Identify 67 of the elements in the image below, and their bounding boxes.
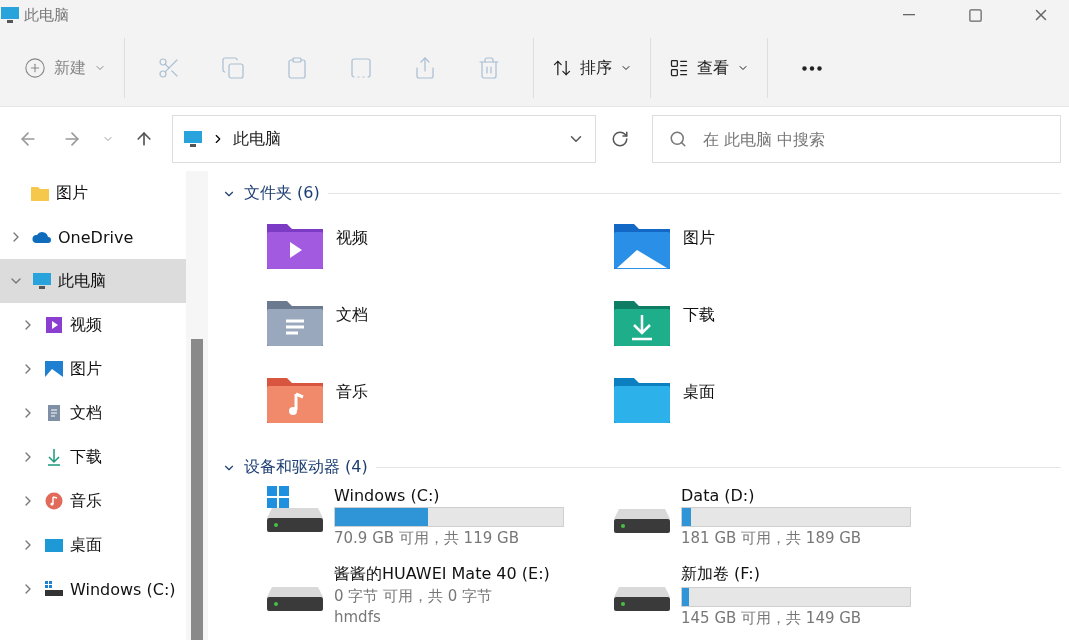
list-icon	[669, 58, 689, 78]
copy-icon	[221, 56, 245, 80]
folder-name[interactable]: 下载	[683, 305, 715, 326]
music-icon	[44, 492, 64, 510]
search-input[interactable]: 在 此电脑 中搜索	[701, 128, 1044, 150]
folder-name[interactable]: 文档	[336, 305, 368, 326]
refresh-icon	[611, 130, 629, 148]
video-icon	[44, 316, 64, 334]
plus-circle-icon	[24, 57, 46, 79]
address-path: 此电脑	[233, 128, 282, 150]
maximize-icon	[967, 7, 983, 23]
windows-drive-icon	[266, 486, 324, 534]
ellipsis-icon	[802, 65, 822, 71]
drive-detail: hmdfs	[334, 608, 382, 626]
folder-name[interactable]: 音乐	[336, 382, 368, 403]
view-button[interactable]: 查看	[663, 48, 755, 88]
section-header[interactable]: 文件夹 (6)	[222, 183, 1061, 204]
search-icon	[669, 130, 687, 148]
drive-name[interactable]: Windows (C:)	[334, 486, 564, 505]
sort-arrows-icon	[552, 58, 572, 78]
section-header[interactable]: 设备和驱动器 (4)	[222, 457, 1061, 478]
free-space-text: 181 GB 可用，共 189 GB	[681, 529, 863, 548]
free-space-text: 70.9 GB 可用，共 119 GB	[334, 529, 520, 548]
trash-icon	[477, 56, 501, 80]
rename-icon	[349, 56, 373, 80]
tree-item[interactable]: 音乐	[0, 479, 186, 523]
tree-item[interactable]: 下载	[0, 435, 186, 479]
tree-item[interactable]: OneDrive	[0, 215, 186, 259]
monitor-icon	[0, 6, 20, 24]
document-folder-icon	[266, 299, 324, 347]
sort-button[interactable]: 排序	[546, 48, 638, 88]
hard-drive-icon	[613, 509, 671, 534]
folder-name[interactable]: 图片	[683, 228, 715, 249]
share-icon	[413, 56, 437, 80]
video-folder-icon	[266, 222, 324, 270]
search-field[interactable]: 在 此电脑 中搜索	[652, 115, 1061, 163]
drive-name[interactable]: 酱酱的HUAWEI Mate 40 (E:)	[334, 564, 550, 585]
monitor-icon	[183, 130, 203, 148]
free-space-text: 0 字节 可用，共 0 字节	[334, 587, 494, 606]
scrollbar-thumb[interactable]	[191, 339, 203, 640]
download-folder-icon	[613, 299, 671, 347]
address-bar[interactable]: 此电脑	[172, 115, 596, 163]
desktop-folder-icon	[613, 376, 671, 424]
drive-name[interactable]: Data (D:)	[681, 486, 911, 505]
tree-item[interactable]: 图片	[0, 171, 186, 215]
folder-icon	[30, 184, 50, 202]
picture-folder-icon	[613, 222, 671, 270]
window-title: 此电脑	[24, 5, 69, 25]
hard-drive-icon	[266, 587, 324, 612]
monitor-icon	[32, 272, 52, 290]
tree-item[interactable]: 桌面	[0, 523, 186, 567]
minimize-icon	[903, 14, 915, 16]
tree-item[interactable]: 文档	[0, 391, 186, 435]
drive-name[interactable]: 新加卷 (F:)	[681, 564, 911, 585]
folder-name[interactable]: 视频	[336, 228, 368, 249]
desktop-icon	[44, 536, 64, 554]
clipboard-icon	[285, 56, 309, 80]
picture-icon	[44, 360, 64, 378]
free-space-text: 145 GB 可用，共 149 GB	[681, 609, 863, 628]
tree-item[interactable]: 此电脑	[0, 259, 186, 303]
tree-item[interactable]: 图片	[0, 347, 186, 391]
folder-name[interactable]: 桌面	[683, 382, 715, 403]
tree-item[interactable]: 视频	[0, 303, 186, 347]
tree-item[interactable]: Windows (C:)	[0, 567, 186, 611]
music-folder-icon	[266, 376, 324, 424]
hard-drive-icon	[613, 587, 671, 612]
drive-icon	[44, 580, 64, 598]
